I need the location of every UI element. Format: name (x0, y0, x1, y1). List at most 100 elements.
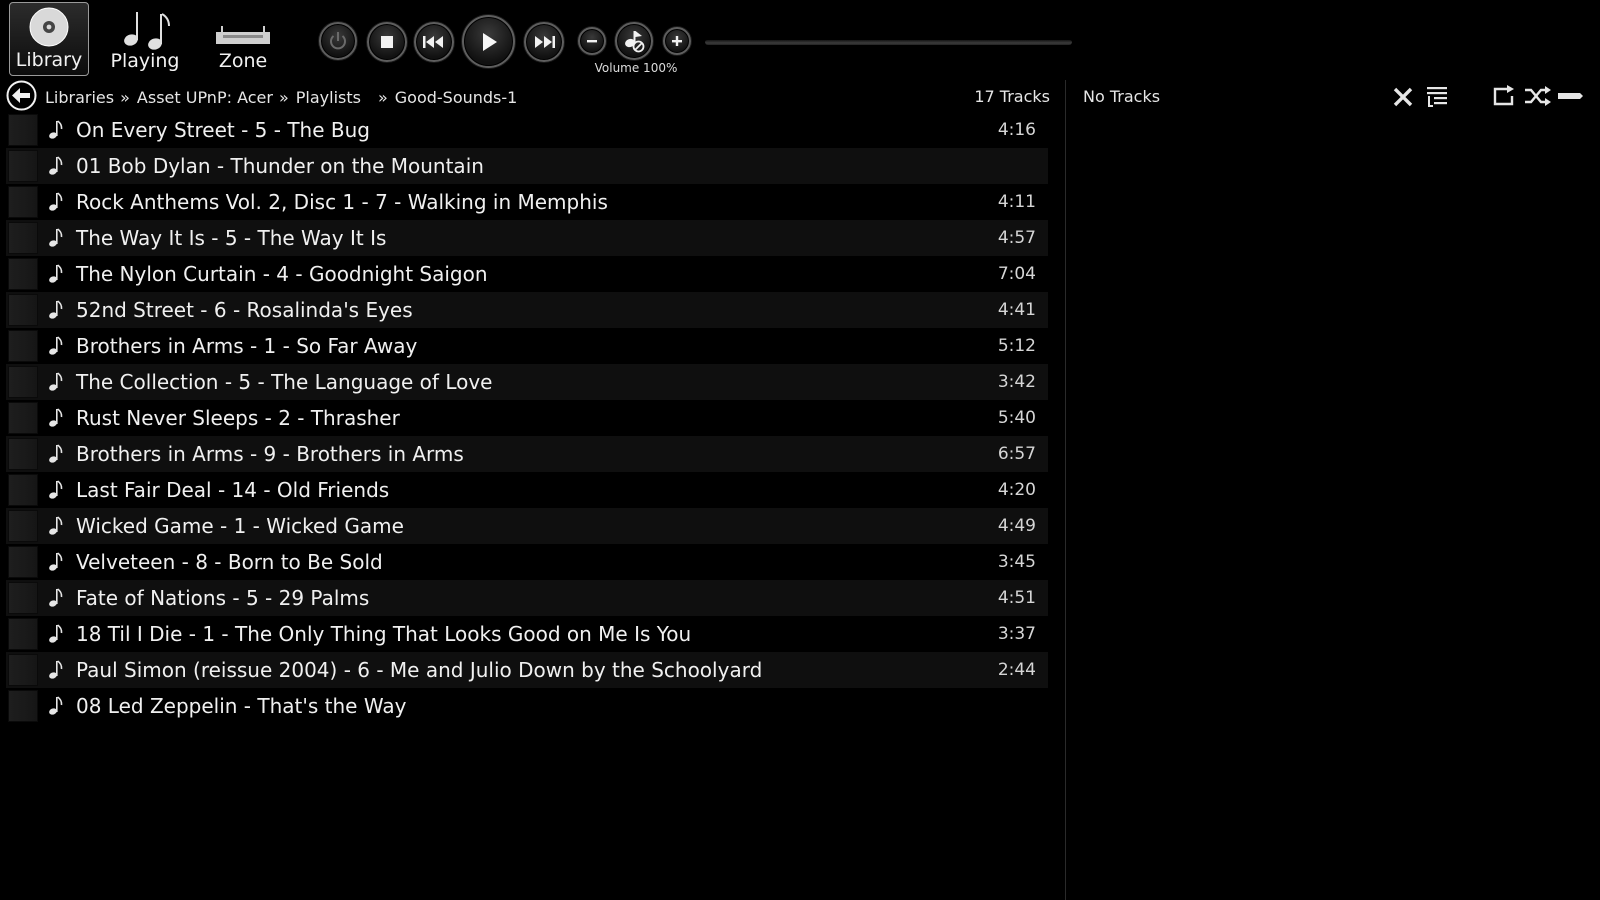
row-drag-handle[interactable] (8, 510, 38, 542)
track-row[interactable]: The Nylon Curtain - 4 - Goodnight Saigon… (6, 256, 1048, 292)
zone-device-icon (216, 26, 270, 44)
play-button[interactable] (462, 15, 515, 68)
track-row[interactable]: Rock Anthems Vol. 2, Disc 1 - 7 - Walkin… (6, 184, 1048, 220)
row-drag-handle[interactable] (8, 258, 38, 290)
breadcrumb-item-current: Good-Sounds-1 (394, 88, 518, 107)
track-row[interactable]: Fate of Nations - 5 - 29 Palms 4:51 (6, 580, 1048, 616)
track-duration: 6:57 (997, 444, 1036, 464)
row-drag-handle[interactable] (8, 366, 38, 398)
track-duration: 4:51 (997, 588, 1036, 608)
volume-up-icon (672, 36, 682, 46)
track-row[interactable]: Brothers in Arms - 1 - So Far Away 5:12 (6, 328, 1048, 364)
volume-down-icon (587, 40, 597, 43)
zone-tab-button[interactable]: Zone (203, 2, 283, 76)
row-drag-handle[interactable] (8, 474, 38, 506)
volume-down-button[interactable] (578, 27, 606, 55)
track-title: 01 Bob Dylan - Thunder on the Mountain (76, 154, 484, 178)
shuffle-icon[interactable] (1524, 84, 1552, 108)
track-duration: 3:37 (997, 624, 1036, 644)
next-icon (535, 36, 555, 48)
playing-tab-label: Playing (110, 50, 180, 72)
previous-button[interactable] (414, 22, 454, 62)
track-row[interactable]: On Every Street - 5 - The Bug 4:16 (6, 112, 1048, 148)
breadcrumb-separator: » (377, 88, 388, 107)
row-drag-handle[interactable] (8, 402, 38, 434)
music-note-icon (49, 372, 63, 391)
track-row[interactable]: 01 Bob Dylan - Thunder on the Mountain (6, 148, 1048, 184)
track-duration: 5:12 (997, 336, 1036, 356)
track-row[interactable]: Velveteen - 8 - Born to Be Sold 3:45 (6, 544, 1048, 580)
track-title: 18 Til I Die - 1 - The Only Thing That L… (76, 622, 692, 646)
music-note-icon (49, 516, 63, 535)
row-drag-handle[interactable] (8, 546, 38, 578)
row-drag-handle[interactable] (8, 582, 38, 614)
row-drag-handle[interactable] (8, 654, 38, 686)
music-note-icon (49, 228, 63, 247)
row-drag-handle[interactable] (8, 618, 38, 650)
library-tab-label: Library (15, 49, 83, 71)
breadcrumb-item-server[interactable]: Asset UPnP: Acer (137, 88, 273, 107)
row-drag-handle[interactable] (8, 150, 38, 182)
track-duration: 7:04 (997, 264, 1036, 284)
track-row[interactable]: 52nd Street - 6 - Rosalinda's Eyes 4:41 (6, 292, 1048, 328)
library-tab-button[interactable]: Library (9, 2, 89, 76)
row-drag-handle[interactable] (8, 186, 38, 218)
row-drag-handle[interactable] (8, 690, 38, 722)
music-note-icon (49, 552, 63, 571)
track-title: Paul Simon (reissue 2004) - 6 - Me and J… (76, 658, 763, 682)
track-title: Velveteen - 8 - Born to Be Sold (76, 550, 383, 574)
track-row[interactable]: Brothers in Arms - 9 - Brothers in Arms … (6, 436, 1048, 472)
track-title: Wicked Game - 1 - Wicked Game (76, 514, 404, 538)
music-note-icon (49, 336, 63, 355)
music-note-icon (49, 120, 63, 139)
playing-tab-button[interactable]: Playing (105, 2, 185, 76)
track-title: The Way It Is - 5 - The Way It Is (76, 226, 387, 250)
track-duration: 3:42 (997, 372, 1036, 392)
clear-icon[interactable] (1392, 84, 1414, 108)
track-title: The Nylon Curtain - 4 - Goodnight Saigon (76, 262, 488, 286)
track-duration: 4:20 (997, 480, 1036, 500)
seek-bar[interactable] (705, 39, 1072, 45)
queue-list-icon[interactable] (1425, 84, 1451, 110)
volume-label: Volume 100% (594, 61, 678, 75)
power-button[interactable] (319, 22, 357, 60)
track-count: 17 Tracks (974, 87, 1050, 106)
music-note-icon (49, 696, 63, 715)
breadcrumb-item-libraries[interactable]: Libraries (45, 88, 114, 107)
track-title: 08 Led Zeppelin - That's the Way (76, 694, 407, 718)
track-row[interactable]: 08 Led Zeppelin - That's the Way (6, 688, 1048, 724)
volume-up-button[interactable] (663, 27, 691, 55)
track-row[interactable]: 18 Til I Die - 1 - The Only Thing That L… (6, 616, 1048, 652)
row-drag-handle[interactable] (8, 114, 38, 146)
stop-icon (381, 36, 393, 48)
track-row[interactable]: Wicked Game - 1 - Wicked Game 4:49 (6, 508, 1048, 544)
breadcrumb-item-playlists[interactable]: Playlists (296, 88, 361, 107)
track-duration: 4:49 (997, 516, 1036, 536)
repeat-icon[interactable] (1492, 84, 1518, 108)
track-row[interactable]: The Way It Is - 5 - The Way It Is 4:57 (6, 220, 1048, 256)
music-note-icon (49, 444, 63, 463)
track-title: 52nd Street - 6 - Rosalinda's Eyes (76, 298, 413, 322)
back-arrow-icon[interactable] (6, 80, 37, 111)
row-drag-handle[interactable] (8, 294, 38, 326)
track-row[interactable]: Last Fair Deal - 14 - Old Friends 4:20 (6, 472, 1048, 508)
track-duration: 4:11 (997, 192, 1036, 212)
row-drag-handle[interactable] (8, 438, 38, 470)
track-row[interactable]: Rust Never Sleeps - 2 - Thrasher 5:40 (6, 400, 1048, 436)
track-row[interactable]: The Collection - 5 - The Language of Lov… (6, 364, 1048, 400)
track-title: Fate of Nations - 5 - 29 Palms (76, 586, 370, 610)
track-title: Rust Never Sleeps - 2 - Thrasher (76, 406, 400, 430)
track-title: Brothers in Arms - 1 - So Far Away (76, 334, 418, 358)
play-icon (482, 32, 497, 51)
dash-icon[interactable] (1556, 84, 1584, 108)
row-drag-handle[interactable] (8, 330, 38, 362)
track-duration: 4:41 (997, 300, 1036, 320)
track-duration: 4:16 (997, 120, 1036, 140)
stop-button[interactable] (367, 22, 407, 62)
music-note-icon (49, 624, 63, 643)
disc-icon (29, 7, 69, 47)
next-button[interactable] (524, 22, 564, 62)
row-drag-handle[interactable] (8, 222, 38, 254)
mute-button[interactable] (615, 22, 653, 60)
track-row[interactable]: Paul Simon (reissue 2004) - 6 - Me and J… (6, 652, 1048, 688)
